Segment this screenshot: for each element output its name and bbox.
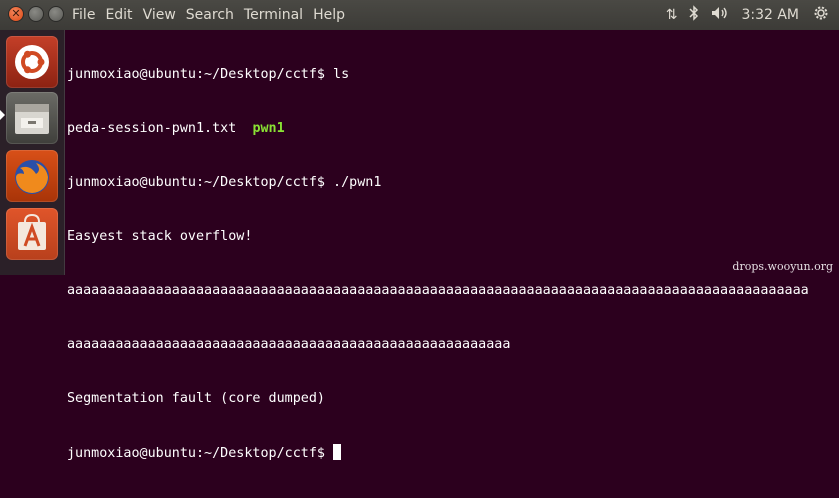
shell-prompt: junmoxiao@ubuntu:~/Desktop/cctf$: [67, 67, 334, 82]
menu-help[interactable]: Help: [313, 0, 345, 30]
minimize-window-button[interactable]: [28, 6, 44, 22]
menu-terminal[interactable]: Terminal: [244, 0, 303, 30]
shell-prompt: junmoxiao@ubuntu:~/Desktop/cctf$: [67, 446, 334, 461]
terminal-line: Segmentation fault (core dumped): [67, 390, 839, 408]
menu-edit[interactable]: Edit: [105, 0, 132, 30]
terminal-window[interactable]: junmoxiao@ubuntu:~/Desktop/cctf$ ls peda…: [65, 30, 839, 461]
menu-search[interactable]: Search: [186, 0, 234, 30]
active-indicator-arrow: [0, 110, 5, 120]
clock[interactable]: 3:32 AM: [741, 7, 799, 23]
indicator-area: ⇅ 3:32 AM: [666, 0, 839, 30]
software-center-icon[interactable]: [6, 208, 58, 260]
files-icon[interactable]: [6, 92, 58, 144]
output-text: aaaaaaaaaaaaaaaaaaaaaaaaaaaaaaaaaaaaaaaa…: [67, 283, 809, 298]
volume-icon[interactable]: [711, 5, 729, 25]
executable-file-name: pwn1: [252, 121, 285, 136]
menu-bar: File Edit View Search Terminal Help: [72, 0, 355, 30]
close-window-button[interactable]: ✕: [8, 6, 24, 22]
terminal-line: junmoxiao@ubuntu:~/Desktop/cctf$: [67, 444, 839, 462]
output-text: aaaaaaaaaaaaaaaaaaaaaaaaaaaaaaaaaaaaaaaa…: [67, 337, 511, 352]
output-text: peda-session-pwn1.txt: [67, 121, 253, 136]
network-icon[interactable]: ⇅: [666, 7, 678, 23]
menu-file[interactable]: File: [72, 0, 95, 30]
terminal-output: junmoxiao@ubuntu:~/Desktop/cctf$ ls peda…: [67, 30, 839, 498]
output-text: Segmentation fault (core dumped): [67, 391, 325, 406]
bluetooth-icon[interactable]: [689, 5, 699, 25]
watermark: drops.wooyun.org: [732, 260, 833, 273]
menu-view[interactable]: View: [143, 0, 176, 30]
gear-icon[interactable]: [813, 5, 829, 25]
ubuntu-dash-icon[interactable]: [6, 36, 58, 88]
terminal-line: peda-session-pwn1.txt pwn1: [67, 120, 839, 138]
terminal-line: junmoxiao@ubuntu:~/Desktop/cctf$ ls: [67, 66, 839, 84]
shell-prompt: junmoxiao@ubuntu:~/Desktop/cctf$: [67, 175, 334, 190]
terminal-line: aaaaaaaaaaaaaaaaaaaaaaaaaaaaaaaaaaaaaaaa…: [67, 336, 839, 354]
output-text: Easyest stack overflow!: [67, 229, 253, 244]
terminal-line: aaaaaaaaaaaaaaaaaaaaaaaaaaaaaaaaaaaaaaaa…: [67, 282, 839, 300]
launcher: [0, 30, 65, 275]
text-cursor: [333, 444, 342, 460]
maximize-window-button[interactable]: [48, 6, 64, 22]
top-panel: ✕ File Edit View Search Terminal Help ⇅ …: [0, 0, 839, 30]
command-text: ./pwn1: [333, 175, 382, 190]
terminal-line: Easyest stack overflow!: [67, 228, 839, 246]
firefox-icon[interactable]: [6, 150, 58, 202]
terminal-line: junmoxiao@ubuntu:~/Desktop/cctf$ ./pwn1: [67, 174, 839, 192]
command-text: ls: [333, 67, 350, 82]
